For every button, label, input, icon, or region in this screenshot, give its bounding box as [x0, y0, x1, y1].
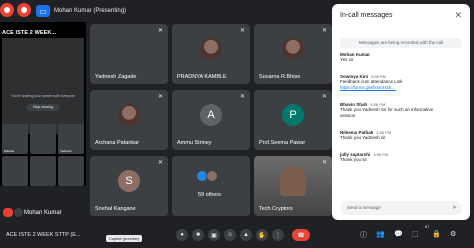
mic-off-icon: ✕: [322, 160, 328, 166]
participant-tile[interactable]: ✕ Yadnesh Zagade: [90, 24, 168, 84]
thumbnail: [30, 124, 56, 154]
participant-tile[interactable]: ✕ Suvarna R.Bhise: [254, 24, 332, 84]
people-icon[interactable]: 👥: [376, 230, 385, 238]
lock-icon[interactable]: 🔒: [432, 230, 441, 238]
chat-icon[interactable]: 💬: [394, 230, 403, 238]
participant-name: PRADNYA KAMBLE: [177, 74, 227, 80]
close-icon[interactable]: ✕: [454, 10, 462, 21]
others-tile[interactable]: 59 others: [172, 156, 250, 216]
participant-name: Archana Patankar: [95, 140, 140, 146]
participant-tile[interactable]: ✕ Archana Patankar: [90, 90, 168, 150]
mic-off-icon: ✕: [240, 94, 246, 100]
chat-message: Nileema Pathak 3:56 PM Thank you Yadnesh …: [340, 130, 462, 141]
chat-message: Sowmya Kini 3:56 PM Feedback cum attendan…: [340, 74, 462, 91]
meet-window: ▭ Mohan Kumar (Presenting) ACE ISTE 2 WE…: [0, 0, 474, 248]
participant-name: Ammu Striney: [177, 140, 212, 146]
chat-message: jully saptarshi 3:56 PM Thank you sir: [340, 152, 462, 163]
thumbnail: Nilesha: [2, 124, 28, 154]
shared-screen: You’re sharing your screen with everyone…: [2, 38, 84, 134]
captions-icon[interactable]: ▣: [208, 229, 220, 241]
thumbnail: [58, 156, 84, 186]
mic-off-icon: ✕: [322, 94, 328, 100]
avatar: [206, 170, 218, 182]
mic-off-icon: ✕: [158, 94, 164, 100]
message-link[interactable]: https://forms.gle/fxxmH1E…: [340, 85, 462, 91]
thumbnail: [2, 156, 28, 186]
avatar: [200, 38, 222, 60]
participant-name: Suvarna R.Bhise: [259, 74, 301, 80]
others-avatars: [196, 170, 226, 186]
participant-tile[interactable]: A ✕ Ammu Striney: [172, 90, 250, 150]
mic-off-icon: ✕: [322, 28, 328, 34]
recording-indicator-icon: [17, 3, 31, 17]
message-text: session: [340, 113, 356, 118]
stop-sharing-button[interactable]: Stop sharing: [26, 104, 60, 111]
participant-tile[interactable]: P ✕ Prof.Seema Pawar: [254, 90, 332, 150]
mic-off-icon: ✕: [240, 28, 246, 34]
message-input[interactable]: Send a message ➤: [340, 201, 462, 215]
chat-message: Mohan Kumar Yes sir: [340, 52, 462, 63]
copilot-tooltip: Copilot (preview): [106, 235, 143, 242]
message-text: Thank you sir: [340, 157, 368, 162]
message-text: Yes sir: [340, 57, 354, 62]
info-icon[interactable]: ⓘ: [360, 230, 367, 240]
in-call-messages-panel: In-call messages ✕ Messages are being re…: [332, 4, 470, 220]
present-icon[interactable]: ▲: [240, 229, 252, 241]
presenter-controls: Mohan Kumar: [0, 186, 86, 222]
participant-video: [280, 166, 306, 196]
meeting-name: ACE ISTE 2 WEEK STTP (E...: [6, 232, 81, 238]
participant-name: Prof.Seema Pawar: [259, 140, 306, 146]
avatar: [118, 104, 140, 126]
chat-title: In-call messages: [340, 12, 393, 19]
more-options-icon[interactable]: ⋮: [272, 229, 284, 241]
thumbnail: [30, 156, 56, 186]
sharing-message: You’re sharing your screen with everyone: [10, 94, 76, 98]
chat-message: Bhavin Shah 3:56 PM Thank you Yadnesh Sir…: [340, 102, 462, 119]
activities-icon[interactable]: ⬚: [412, 230, 419, 238]
others-count: 59 others: [198, 192, 221, 198]
bottom-toolbar: ACE ISTE 2 WEEK STTP (E... Copilot (prev…: [0, 222, 474, 248]
presenter-name: Mohan Kumar: [24, 210, 62, 216]
participant-name: Yadnesh Zagade: [95, 74, 137, 80]
message-list[interactable]: Mohan Kumar Yes sir Sowmya Kini 3:56 PM F…: [340, 50, 462, 196]
presenter-chip[interactable]: ▭ Mohan Kumar (Presenting): [36, 4, 216, 18]
participant-count-badge: 67: [425, 224, 430, 229]
participant-video-tile[interactable]: ✕ Tech Cryptors: [254, 156, 332, 216]
hangup-icon[interactable]: [3, 208, 13, 217]
present-screen-icon: ▭: [36, 5, 50, 17]
raise-hand-icon[interactable]: ✋: [256, 229, 268, 241]
message-text: Thank you Yadnesh sir: [340, 135, 386, 140]
thumbnail: Yadnesh: [58, 124, 84, 154]
thumbnail-grid: Nilesha Yadnesh: [2, 124, 84, 186]
presentation-preview: ACE ISTE 2 WEEK... You’re sharing your s…: [0, 22, 86, 222]
avatar: A: [200, 104, 222, 126]
avatar: [282, 38, 304, 60]
hangup-icon[interactable]: ☎: [292, 229, 310, 241]
mic-off-icon: ✕: [158, 28, 164, 34]
participant-tile[interactable]: S ✕ Snehal Kangane: [90, 156, 168, 216]
participant-name: Tech Cryptors: [259, 206, 293, 212]
send-icon[interactable]: ➤: [452, 204, 457, 211]
mic-icon[interactable]: [14, 208, 23, 217]
recording-banner: Messages are being recorded with the cal…: [340, 38, 462, 48]
emoji-icon[interactable]: ☺: [224, 229, 236, 241]
host-controls-icon[interactable]: ⚙: [450, 230, 456, 238]
thumbnail-label: Yadnesh: [60, 149, 72, 153]
presenter-label: Mohan Kumar (Presenting): [54, 8, 127, 14]
mic-icon[interactable]: ●: [176, 229, 188, 241]
camera-icon[interactable]: ■: [192, 229, 204, 241]
participant-name: Snehal Kangane: [95, 206, 136, 212]
thumbnail-label: Nilesha: [4, 149, 15, 153]
presentation-title: ACE ISTE 2 WEEK...: [2, 30, 57, 36]
avatar: S: [118, 170, 140, 192]
message-placeholder: Send a message: [347, 205, 381, 210]
avatar: P: [282, 104, 304, 126]
record-icon[interactable]: [0, 3, 14, 17]
participant-tile[interactable]: ✕ PRADNYA KAMBLE: [172, 24, 250, 84]
mic-off-icon: ✕: [158, 160, 164, 166]
